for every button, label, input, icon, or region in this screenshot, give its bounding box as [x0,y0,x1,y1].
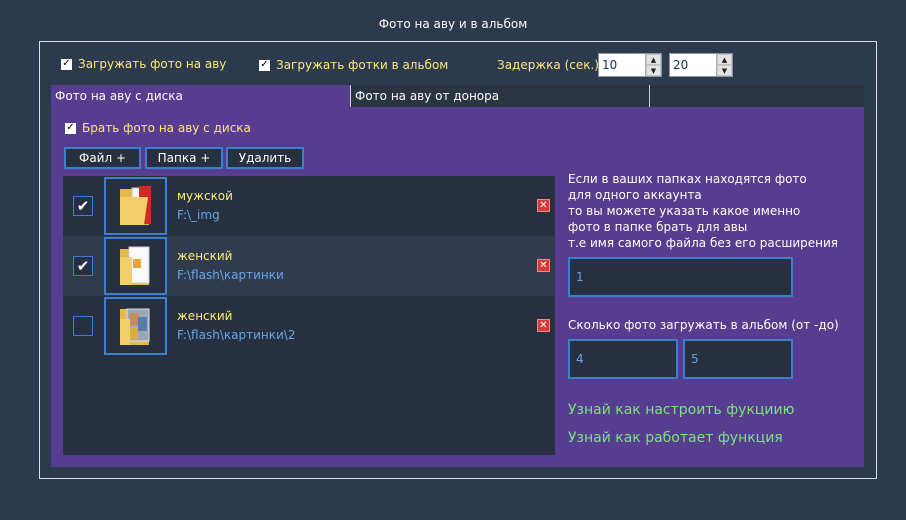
help-line: т.е имя самого файла без его расширения [568,236,838,250]
tab-avatar-from-disk[interactable]: Фото на аву с диска [51,85,350,107]
folder-path: F:\flash\картинки\2 [177,328,296,342]
help-text: Если в ваших папках находятся фото для о… [568,171,858,251]
tab-avatar-from-donor[interactable]: Фото на аву от донора [350,85,650,107]
folder-name: женский [177,309,233,323]
filename-input[interactable]: 1 [568,257,793,297]
spinner-arrows: ▲ ▼ [645,54,661,76]
folder-red-icon [119,186,151,225]
count-label: Сколько фото загружать в альбом (от -до) [568,318,839,332]
folder-name: женский [177,249,233,263]
spin-up-icon[interactable]: ▲ [717,54,732,65]
folder-row[interactable]: ✔ женский F:\flash\картинки ✕ [63,236,555,296]
delay-to-value[interactable]: 20 [670,58,716,72]
remove-folder-icon[interactable]: ✕ [537,259,550,272]
folder-row-checkbox[interactable] [73,316,93,336]
remove-folder-icon[interactable]: ✕ [537,199,550,212]
delay-from-value[interactable]: 10 [599,58,645,72]
take-from-disk-check-icon: ✓ [65,122,76,134]
folder-photo-icon [119,308,149,345]
delete-button[interactable]: Удалить [226,147,304,169]
folder-thumbnail [104,177,167,235]
folder-name: мужской [177,189,233,203]
checkmark-icon: ✔ [76,257,90,275]
folder-list: ✔ мужской F:\_img ✕ ✔ женский F:\flash\к… [63,176,555,455]
upload-album-check-icon: ✓ [259,59,270,71]
spin-down-icon[interactable]: ▼ [717,65,732,76]
count-from-input[interactable]: 4 [568,339,678,379]
how-function-works-link[interactable]: Узнай как работает функция [568,430,783,446]
spin-up-icon[interactable]: ▲ [646,54,661,65]
folder-thumbnail [104,297,167,355]
folder-row[interactable]: женский F:\flash\картинки\2 ✕ [63,296,555,356]
help-line: Если в ваших папках находятся фото [568,172,807,186]
setup-function-link[interactable]: Узнай как настроить фукциию [568,402,794,418]
add-folder-button[interactable]: Папка + [145,147,223,169]
upload-avatar-label: Загружать фото на аву [78,57,227,71]
folder-row-checkbox[interactable]: ✔ [73,196,93,216]
folder-path: F:\_img [177,208,220,222]
delay-to-spinner[interactable]: 20 ▲ ▼ [669,53,733,77]
folder-row-checkbox[interactable]: ✔ [73,256,93,276]
spin-down-icon[interactable]: ▼ [646,65,661,76]
tab-panel: ✓ Брать фото на аву с диска Файл + Папка… [51,107,864,467]
folder-thumbnail [104,237,167,295]
delay-label: Задержка (сек.) [497,58,599,72]
help-line: то вы можете указать какое именно [568,204,801,218]
upload-avatar-checkbox[interactable]: ✓ Загружать фото на аву [61,57,226,71]
take-from-disk-checkbox[interactable]: ✓ Брать фото на аву с диска [65,121,251,135]
count-to-input[interactable]: 5 [683,339,793,379]
checkmark-icon: ✔ [76,197,90,215]
add-file-button[interactable]: Файл + [64,147,141,169]
spinner-arrows: ▲ ▼ [716,54,732,76]
upload-album-checkbox[interactable]: ✓ Загружать фотки в альбом [259,58,448,72]
help-line: фото в папке брать для авы [568,220,748,234]
folder-path: F:\flash\картинки [177,268,284,282]
folder-row[interactable]: ✔ мужской F:\_img ✕ [63,176,555,236]
tab-bar: Фото на аву с диска Фото на аву от донор… [51,85,864,107]
upload-album-label: Загружать фотки в альбом [276,58,449,72]
take-from-disk-label: Брать фото на аву с диска [82,121,251,135]
delay-from-spinner[interactable]: 10 ▲ ▼ [598,53,662,77]
help-line: для одного аккаунта [568,188,702,202]
upload-avatar-check-icon: ✓ [61,58,72,70]
window-title: Фото на аву и в альбом [378,17,528,31]
remove-folder-icon[interactable]: ✕ [537,319,550,332]
folder-document-icon [119,246,149,285]
